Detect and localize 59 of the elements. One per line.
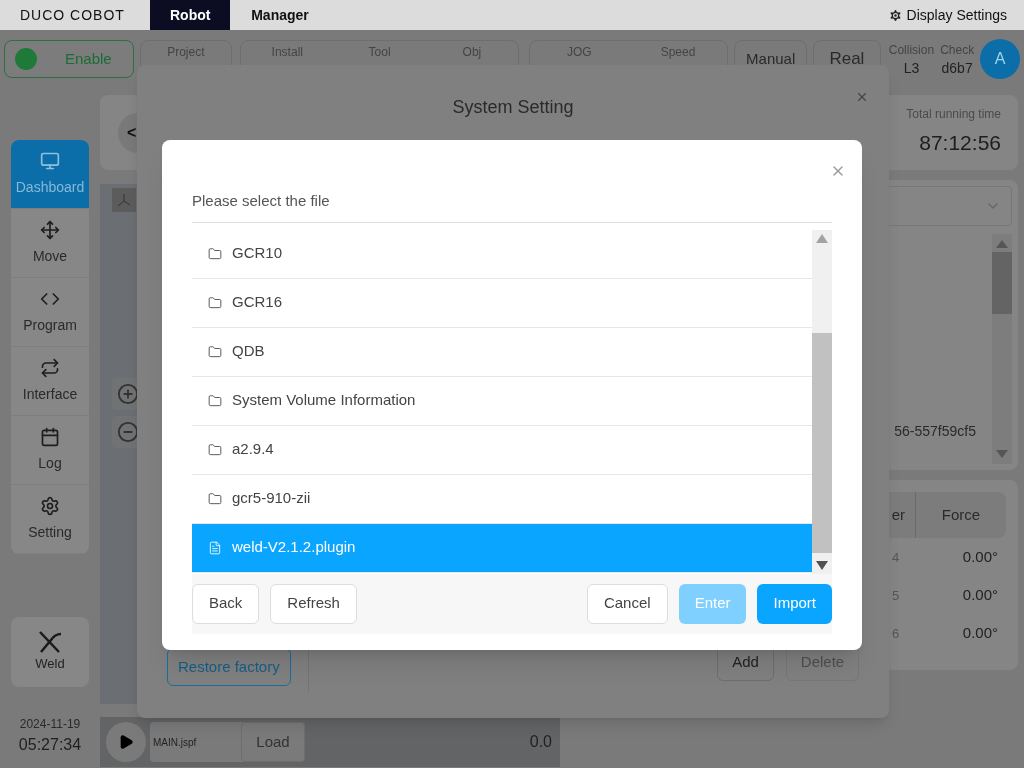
speed-value: 0.0 (529, 732, 552, 752)
nav-item[interactable]: Log (11, 416, 89, 485)
folder-icon (208, 491, 222, 506)
file-row[interactable]: GCR10 (192, 229, 812, 279)
dialog-button[interactable]: Refresh (270, 583, 357, 624)
welding-torch-icon (37, 630, 63, 655)
check-value: d6b7 (941, 59, 973, 77)
dialog-button[interactable]: Cancel (586, 583, 668, 624)
nav-item[interactable]: Move (11, 209, 89, 278)
zoom-in-icon (117, 383, 139, 405)
date-text: 2024-11-19 (19, 716, 81, 733)
collision-value: L3 (903, 59, 920, 77)
play-button[interactable] (106, 722, 146, 762)
joint-value: 0.00° (962, 585, 998, 606)
axes-icon (116, 192, 132, 208)
file-row[interactable]: a2.9.4 (192, 425, 812, 475)
avatar[interactable]: A (980, 39, 1020, 79)
calendar-icon (40, 426, 60, 447)
file-row[interactable]: QDB (192, 327, 812, 377)
runtime-label: Total running time (906, 106, 1001, 123)
weld-button[interactable]: Weld (11, 617, 89, 687)
folder-icon (208, 442, 222, 457)
file-row[interactable]: weld-V2.1.2.plugin (192, 523, 812, 573)
close-icon[interactable] (855, 90, 869, 104)
nav-item[interactable]: Setting (11, 485, 89, 554)
logo: DUCO COBOT (20, 5, 126, 25)
file-row[interactable]: System Volume Information (192, 376, 812, 426)
dialog-heading: Please select the file (192, 191, 331, 211)
settings-icon (40, 495, 60, 516)
folder-icon (208, 246, 222, 261)
dialog-title: System Setting (452, 96, 574, 119)
move-icon (40, 219, 60, 240)
file-row[interactable]: gcr5-910-zii (192, 474, 812, 524)
folder-icon (208, 295, 222, 310)
file-icon (208, 540, 222, 555)
joint-value: 0.00° (962, 623, 998, 644)
settings-icon (887, 7, 903, 23)
runtime-value: 87:12:56 (919, 130, 1001, 156)
top-tab[interactable]: Manager (230, 0, 330, 30)
zoom-out-icon (117, 421, 139, 443)
dialog-button[interactable]: Back (192, 583, 260, 624)
folder-icon (208, 393, 222, 408)
time-text: 05:27:34 (18, 735, 82, 755)
nav-item[interactable]: Dashboard (11, 140, 89, 209)
play-icon (118, 734, 134, 750)
dialog-button[interactable]: Import (757, 583, 832, 624)
joint-value: 0.00° (962, 547, 998, 568)
monitor-icon (40, 150, 60, 171)
folder-icon (208, 344, 222, 359)
nav-item[interactable]: Interface (11, 347, 89, 416)
display-settings-button[interactable]: Display Settings (887, 4, 1007, 26)
file-row[interactable]: GCR16 (192, 278, 812, 328)
program-file: MAIN.jspf (153, 735, 198, 750)
repeat-icon (40, 357, 60, 378)
top-tab[interactable]: Robot (150, 0, 230, 30)
list-item-text: 56-557f59cf5 (893, 422, 977, 441)
load-button[interactable]: Load (241, 722, 305, 762)
nav-item[interactable]: Program (11, 278, 89, 347)
panel-tab[interactable]: Force (916, 492, 1006, 538)
